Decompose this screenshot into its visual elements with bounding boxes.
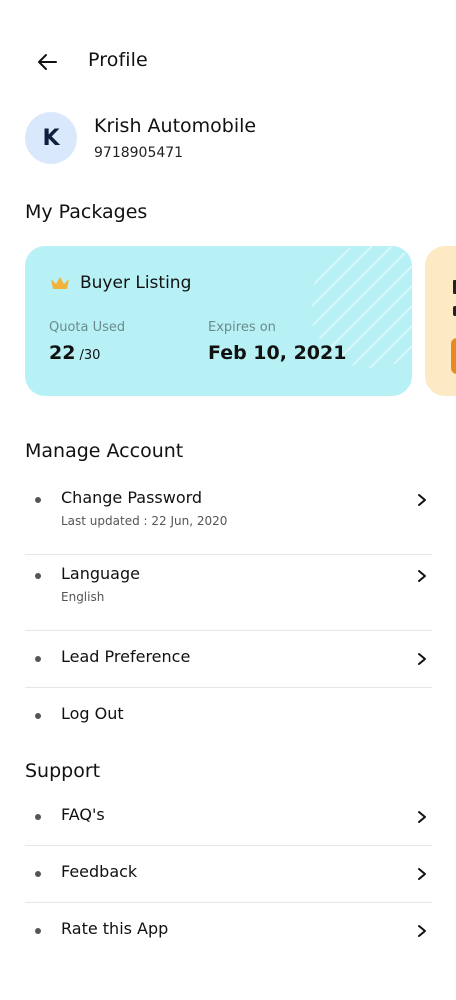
chevron-right-icon — [418, 868, 426, 880]
chevron-right-icon — [418, 925, 426, 937]
profile-summary: K Krish Automobile 9718905471 — [25, 112, 431, 166]
chevron-right-icon — [418, 570, 426, 582]
list-item-subtitle: English — [61, 590, 105, 604]
bullet-icon — [35, 814, 41, 820]
app-header: Profile — [0, 38, 456, 86]
quota-total: /30 — [79, 348, 101, 363]
bullet-icon — [35, 713, 41, 719]
chevron-right-icon — [418, 653, 426, 665]
list-item-lead-preference[interactable]: Lead Preference — [25, 631, 432, 688]
list-item-label: Feedback — [61, 862, 138, 881]
chevron-right-icon — [418, 811, 426, 823]
list-item-change-password[interactable]: Change Password Last updated : 22 Jun, 2… — [25, 479, 432, 555]
bullet-icon — [35, 928, 41, 934]
package-name: Buyer Listing — [80, 273, 192, 293]
list-item-label: Lead Preference — [61, 647, 191, 666]
avatar: K — [25, 112, 77, 164]
expiry-label: Expires on — [208, 320, 276, 335]
package-card-next-button[interactable] — [451, 338, 456, 374]
list-item-label: Language — [61, 564, 140, 583]
arrow-left-icon — [38, 54, 57, 70]
package-card-next[interactable] — [425, 246, 456, 396]
bullet-icon — [35, 573, 41, 579]
chevron-right-icon — [418, 494, 426, 506]
list-item-label: Rate this App — [61, 919, 169, 938]
package-card[interactable]: Buyer Listing Quota Used 22/30 Expires o… — [25, 246, 412, 396]
expiry-value: Feb 10, 2021 — [208, 342, 347, 364]
list-item-label: Change Password — [61, 488, 203, 507]
list-item-label: Log Out — [61, 704, 124, 723]
quota-value: 22/30 — [49, 342, 100, 364]
back-button[interactable] — [34, 50, 62, 74]
quota-used: 22 — [49, 342, 76, 364]
page-title: Profile — [88, 49, 148, 71]
list-item-feedback[interactable]: Feedback — [25, 846, 432, 903]
bullet-icon — [35, 497, 41, 503]
list-item-rate-app[interactable]: Rate this App — [25, 903, 432, 960]
list-item-faqs[interactable]: FAQ's — [25, 789, 432, 846]
list-item-subtitle: Last updated : 22 Jun, 2020 — [61, 514, 228, 528]
quota-label: Quota Used — [49, 320, 126, 335]
list-item-label: FAQ's — [61, 805, 105, 824]
list-item-language[interactable]: Language English — [25, 555, 432, 631]
profile-phone: 9718905471 — [94, 145, 184, 161]
manage-account-list: Change Password Last updated : 22 Jun, 2… — [25, 479, 432, 745]
bullet-icon — [35, 656, 41, 662]
bullet-icon — [35, 871, 41, 877]
crown-icon — [51, 277, 69, 289]
list-item-log-out[interactable]: Log Out — [25, 688, 432, 745]
profile-name: Krish Automobile — [94, 115, 257, 137]
section-title-support: Support — [25, 760, 101, 782]
packages-carousel[interactable]: Buyer Listing Quota Used 22/30 Expires o… — [25, 246, 456, 396]
section-title-manage-account: Manage Account — [25, 440, 184, 462]
support-list: FAQ's Feedback Rate this App — [25, 789, 432, 960]
section-title-packages: My Packages — [25, 201, 148, 223]
